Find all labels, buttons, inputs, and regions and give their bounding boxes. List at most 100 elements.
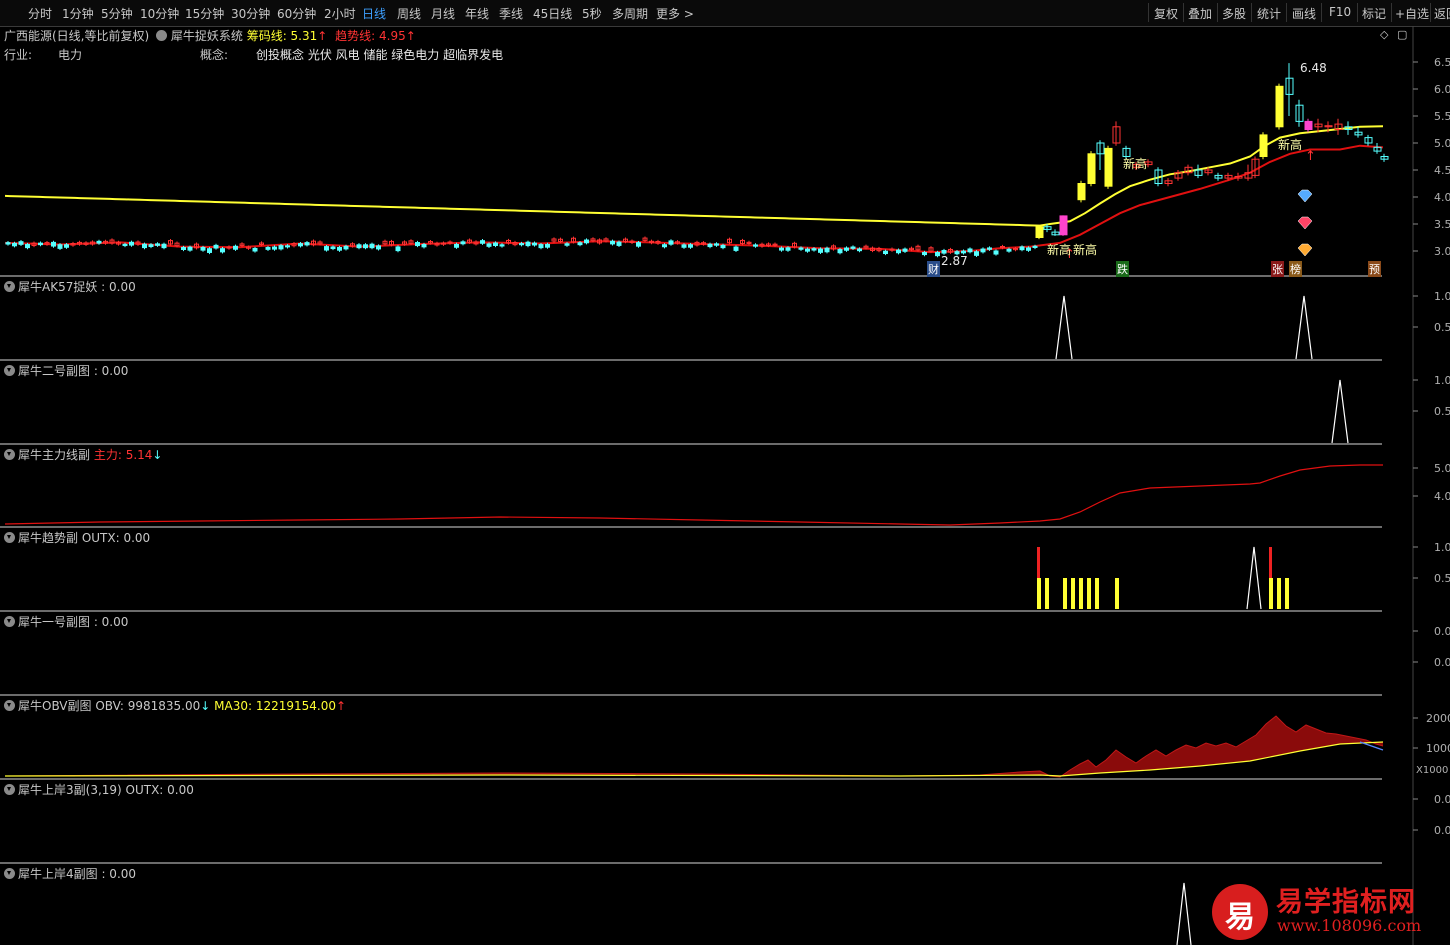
gem-icon — [1297, 189, 1313, 203]
candle — [688, 244, 693, 248]
axis-unit-label: X1000 — [1416, 765, 1449, 776]
trend-bar — [1087, 578, 1091, 609]
axis-label: 5.0 — [1434, 137, 1450, 150]
fall-tag[interactable]: 跌 — [1116, 261, 1129, 277]
candle — [564, 243, 570, 246]
candle — [824, 247, 830, 253]
panel-two-title[interactable]: 犀牛二号副图 : 0.00 — [4, 362, 128, 379]
candle — [902, 248, 908, 252]
axis-label: 1.0 — [1434, 374, 1450, 387]
candle — [499, 244, 505, 247]
trend-line — [4, 144, 1384, 254]
trend-bar — [1095, 578, 1099, 609]
signal-spike — [1055, 295, 1073, 360]
collapse-icon[interactable] — [4, 281, 15, 292]
panel-obv-title[interactable]: 犀牛OBV副图 OBV: 9981835.00↓ MA30: 12219154.… — [4, 697, 346, 714]
candle — [896, 249, 901, 254]
axis-label: 5.0 — [1434, 462, 1450, 475]
signal-spike — [1246, 546, 1262, 610]
candle — [993, 250, 999, 255]
candle — [395, 246, 401, 252]
trend-line-label: 趋势线: 4.95 — [335, 29, 406, 43]
collapse-icon[interactable] — [4, 784, 15, 795]
candle — [142, 243, 147, 249]
candle — [421, 243, 427, 248]
candle — [363, 244, 368, 249]
trend-bar — [1079, 578, 1083, 609]
finance-tag[interactable]: 财 — [927, 261, 940, 277]
new-high-label: 新高 — [1073, 243, 1098, 257]
collapse-icon[interactable] — [4, 616, 15, 627]
ranking-tag[interactable]: 榜 — [1289, 261, 1302, 277]
candle — [850, 246, 856, 249]
candle — [122, 243, 128, 247]
candle — [837, 249, 843, 254]
system-name: 犀牛捉妖系统 — [170, 29, 243, 43]
candle — [1104, 147, 1113, 187]
axis-label: 5.5 — [1434, 110, 1450, 123]
collapse-icon[interactable] — [4, 365, 15, 376]
watermark-url: www.108096.com — [1277, 916, 1422, 935]
axis-label: 4.5 — [1434, 164, 1450, 177]
candle — [161, 243, 167, 249]
trend-bar-red — [1269, 547, 1272, 578]
new-high-label: 新高 — [1278, 138, 1303, 152]
candle — [480, 240, 485, 244]
trend-bar — [1063, 578, 1067, 609]
up-arrow-icon: ↑ — [405, 29, 416, 43]
candle — [265, 247, 271, 250]
stock-name[interactable]: 广西能源(日线,等比前复权) — [4, 29, 149, 43]
up-arrow-icon: ↑ — [1305, 149, 1316, 164]
candle — [51, 241, 56, 247]
candle — [941, 249, 947, 254]
candle — [974, 251, 979, 256]
candle — [857, 248, 862, 252]
candle — [1275, 85, 1284, 128]
candle — [707, 243, 713, 248]
window-icon[interactable]: ▢ — [1397, 28, 1407, 41]
candle — [18, 241, 24, 245]
collapse-icon[interactable] — [4, 700, 15, 711]
forecast-tag[interactable]: 预 — [1368, 261, 1381, 277]
dropdown-icon[interactable] — [156, 30, 168, 41]
candle — [519, 243, 524, 246]
panel-shore4-title[interactable]: 犀牛上岸4副图 : 0.00 — [4, 865, 136, 882]
candle — [324, 246, 329, 251]
candle — [155, 243, 160, 246]
axis-label: 6.0 — [1434, 83, 1450, 96]
trend-bar — [1037, 578, 1041, 609]
panel-ak57-title[interactable]: 犀牛AK57捉妖 : 0.00 — [4, 278, 136, 295]
candle — [148, 244, 154, 248]
collapse-icon[interactable] — [4, 532, 15, 543]
diamond-icon[interactable]: ◇ — [1380, 28, 1388, 41]
axis-label: 0.5 — [1434, 321, 1450, 334]
panel-shore3-title[interactable]: 犀牛上岸3副(3,19) OUTX: 0.00 — [4, 781, 194, 798]
candle — [330, 246, 336, 250]
collapse-icon[interactable] — [4, 868, 15, 879]
candle — [12, 242, 17, 247]
concept-label: 概念: — [200, 48, 229, 62]
rise-tag[interactable]: 张 — [1271, 261, 1284, 277]
candle — [460, 241, 466, 245]
candle — [662, 244, 667, 248]
candle — [1032, 245, 1038, 248]
candle — [753, 244, 758, 247]
panel-trend-title[interactable]: 犀牛趋势副 OUTX: 0.00 — [4, 529, 150, 546]
collapse-icon[interactable] — [4, 449, 15, 460]
panel-one-title[interactable]: 犀牛一号副图 : 0.00 — [4, 613, 128, 630]
watermark-logo-icon: 易 — [1212, 884, 1268, 940]
candle — [1026, 247, 1031, 251]
candle — [187, 246, 193, 251]
candle — [805, 248, 810, 252]
panel-main-force-title[interactable]: 犀牛主力线副 主力: 5.14↓ — [4, 446, 162, 463]
up-arrow-icon: ↑ — [336, 699, 347, 713]
candle — [577, 242, 583, 246]
candle — [733, 246, 739, 251]
concept-value: 创投概念 光伏 风电 储能 绿色电力 超临界发电 — [256, 48, 504, 62]
trend-bar — [1115, 578, 1119, 609]
axis-label: 4.0 — [1434, 490, 1450, 503]
trend-bar — [1277, 578, 1281, 609]
candle — [369, 243, 375, 249]
down-arrow-icon: ↓ — [152, 448, 163, 462]
signal-spike — [1295, 295, 1313, 360]
